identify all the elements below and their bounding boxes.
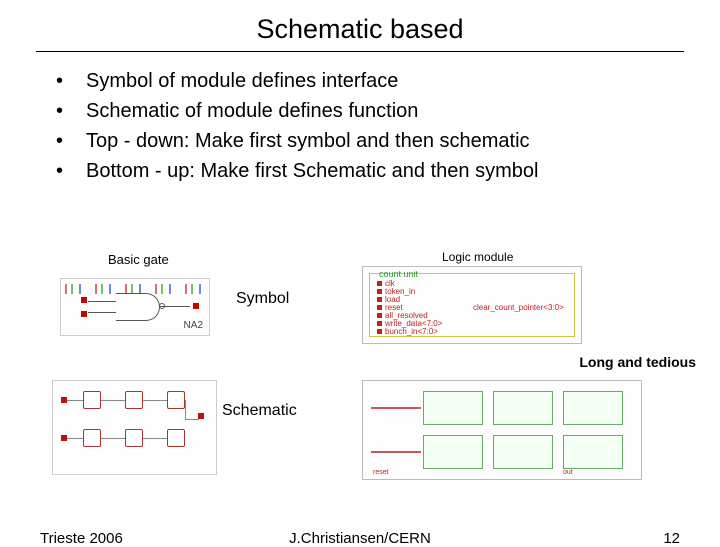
wire-icon bbox=[143, 438, 167, 439]
wire-icon bbox=[101, 438, 125, 439]
bullet-item: Schematic of module defines function bbox=[56, 96, 680, 126]
wire-icon bbox=[67, 438, 83, 439]
row-label-symbol: Symbol bbox=[236, 290, 289, 308]
wire-icon bbox=[185, 419, 199, 420]
figure-basic-gate-schematic bbox=[52, 380, 217, 475]
label-basic-gate: Basic gate bbox=[108, 252, 169, 267]
transistor-icon bbox=[83, 429, 101, 447]
block-icon bbox=[563, 435, 623, 469]
pin-icon bbox=[81, 297, 87, 303]
note-long-tedious: Long and tedious bbox=[579, 354, 696, 370]
block-icon bbox=[493, 435, 553, 469]
block-icon bbox=[423, 391, 483, 425]
bullet-list: Symbol of module defines interface Schem… bbox=[56, 66, 680, 186]
transistor-icon bbox=[167, 429, 185, 447]
module-title: count unit bbox=[379, 269, 418, 279]
block-icon bbox=[423, 435, 483, 469]
block-icon bbox=[493, 391, 553, 425]
wire-icon bbox=[185, 400, 186, 420]
nand-gate-icon bbox=[116, 293, 160, 321]
transistor-icon bbox=[125, 391, 143, 409]
transistor-icon bbox=[125, 429, 143, 447]
figure-basic-gate-symbol: NA2 bbox=[60, 278, 210, 336]
figure-area: Basic gate Logic module Symbol Schematic… bbox=[0, 230, 720, 500]
wire-icon bbox=[143, 400, 167, 401]
block-icon bbox=[563, 391, 623, 425]
net-label: out bbox=[563, 469, 573, 476]
transistor-icon bbox=[167, 391, 185, 409]
net-label: reset bbox=[373, 469, 389, 476]
figure-logic-module-schematic: reset out bbox=[362, 380, 642, 480]
bus-icon bbox=[371, 407, 421, 409]
port-label: bunch_in<7:0> bbox=[385, 327, 438, 336]
bullet-item: Top - down: Make first symbol and then s… bbox=[56, 126, 680, 156]
pin-icon bbox=[81, 311, 87, 317]
figure-logic-module-symbol: count unit clk token_in load reset all_r… bbox=[362, 266, 582, 344]
bullet-item: Bottom - up: Make first Schematic and th… bbox=[56, 156, 680, 186]
label-logic-module: Logic module bbox=[442, 250, 513, 264]
title-rule bbox=[36, 51, 684, 52]
wire-icon bbox=[67, 400, 83, 401]
transistor-icon bbox=[83, 391, 101, 409]
bus-icon bbox=[371, 451, 421, 453]
wire-icon bbox=[101, 400, 125, 401]
footer-page-number: 12 bbox=[663, 530, 680, 547]
wire-icon bbox=[160, 306, 190, 307]
row-label-schematic: Schematic bbox=[222, 402, 297, 420]
bullet-item: Symbol of module defines interface bbox=[56, 66, 680, 96]
pin-icon bbox=[193, 303, 199, 309]
gate-label: NA2 bbox=[184, 320, 203, 331]
slide-title: Schematic based bbox=[0, 0, 720, 51]
footer-center: J.Christiansen/CERN bbox=[0, 530, 720, 547]
port-label: clear_count_pointer<3:0> bbox=[473, 303, 564, 312]
